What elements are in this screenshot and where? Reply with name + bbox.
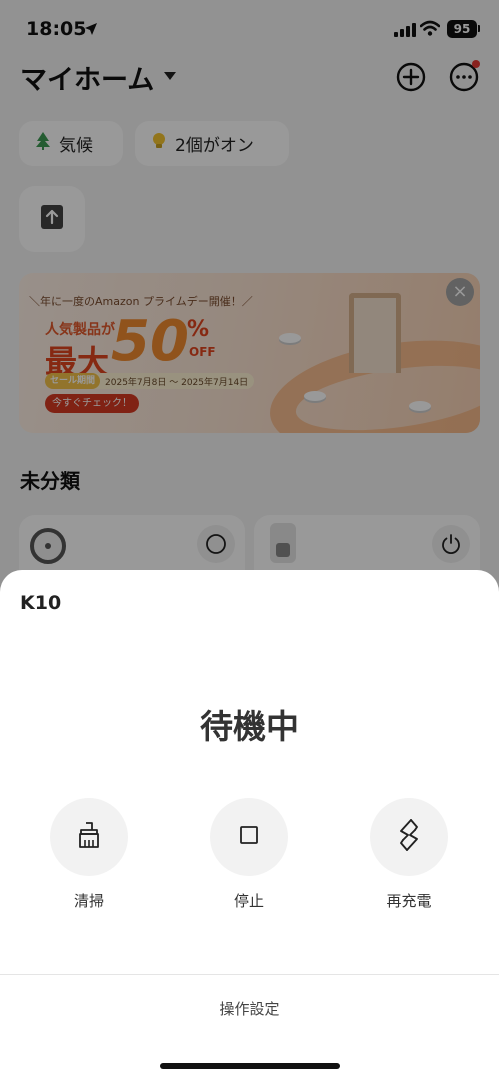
recharge-button[interactable] xyxy=(370,798,448,876)
device-state: 待機中 xyxy=(200,707,299,746)
stop-label: 停止 xyxy=(233,892,264,910)
action-recharge: 再充電 xyxy=(370,798,448,911)
action-stop: 停止 xyxy=(210,798,288,911)
stop-icon xyxy=(238,824,260,850)
broom-icon xyxy=(74,820,104,854)
clean-label: 清掃 xyxy=(73,892,104,910)
action-clean: 清掃 xyxy=(50,798,128,911)
device-control-sheet: K10 待機中 清掃 停止 再充電 操作設定 xyxy=(0,570,499,1080)
clean-button[interactable] xyxy=(50,798,128,876)
operation-settings-link[interactable]: 操作設定 xyxy=(0,998,499,1019)
device-name: K10 xyxy=(20,592,62,614)
home-indicator xyxy=(160,1063,340,1069)
recharge-icon xyxy=(394,818,424,856)
stop-button[interactable] xyxy=(210,798,288,876)
recharge-label: 再充電 xyxy=(386,892,432,910)
divider xyxy=(0,974,499,975)
